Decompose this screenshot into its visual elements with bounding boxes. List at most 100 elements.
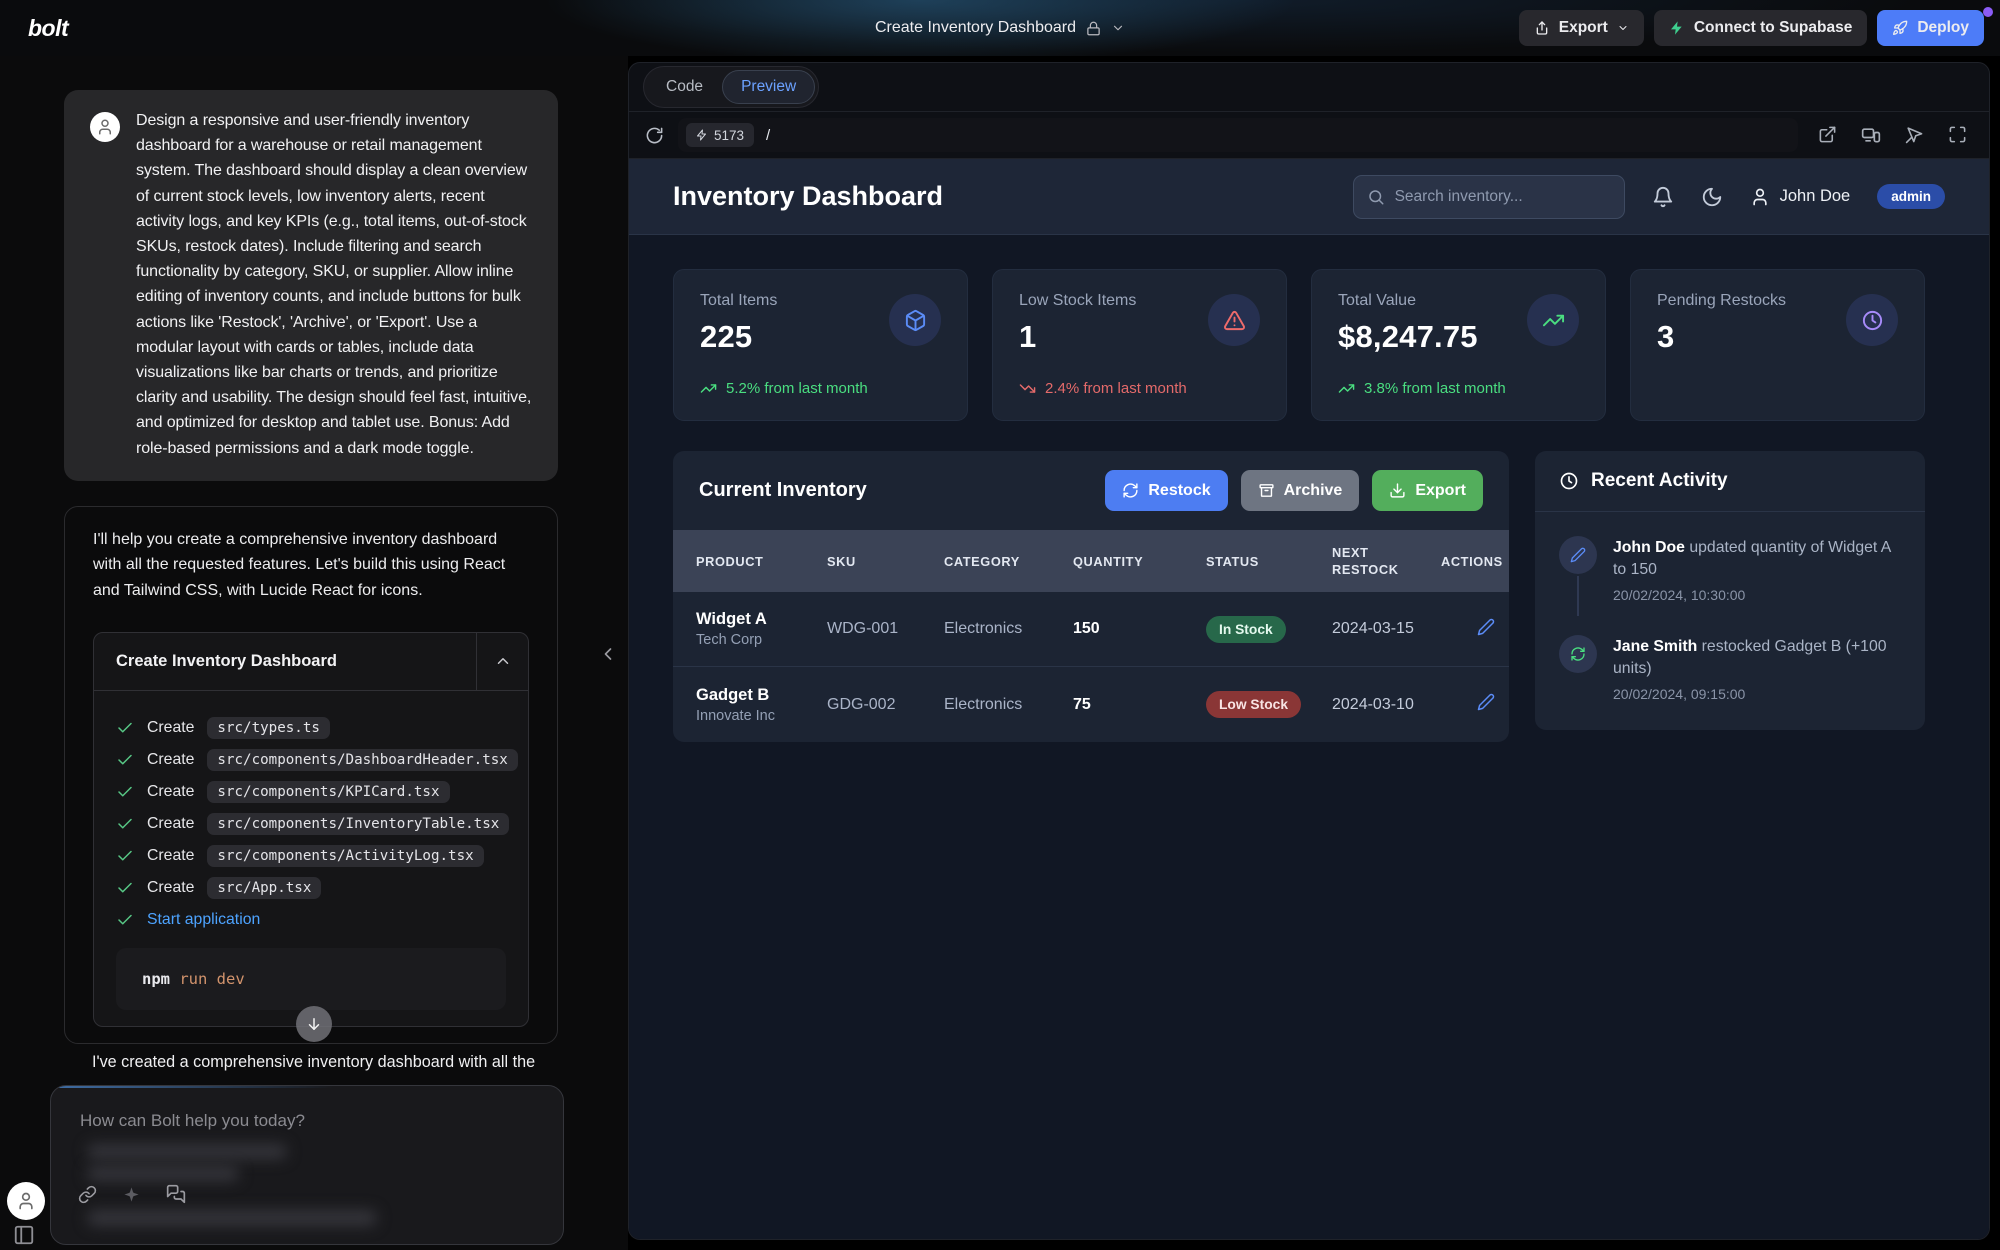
user-icon (1750, 187, 1770, 207)
main-area: Design a responsive and user-friendly in… (0, 56, 2000, 1250)
tab-preview[interactable]: Preview (722, 70, 815, 104)
sparkles-icon[interactable] (122, 1185, 141, 1204)
open-external-icon[interactable] (1818, 125, 1837, 145)
project-title-menu[interactable]: Create Inventory Dashboard (875, 0, 1125, 56)
chevron-down-icon (1111, 21, 1125, 35)
activity-timestamp: 20/02/2024, 10:30:00 (1613, 587, 1901, 603)
devices-icon[interactable] (1861, 125, 1881, 145)
artifact-step: Create src/App.tsx (116, 872, 506, 904)
scroll-to-bottom-button[interactable] (296, 1006, 332, 1042)
product-name: Widget A (696, 610, 827, 629)
download-icon (1389, 482, 1406, 499)
export-button[interactable]: Export (1519, 10, 1644, 46)
artifact-header: Create Inventory Dashboard (94, 633, 528, 690)
chat-input[interactable]: How can Bolt help you today? (50, 1085, 564, 1245)
collapse-chat-button[interactable] (598, 644, 618, 664)
tab-code[interactable]: Code (647, 70, 722, 104)
activity-list: John Doe updated quantity of Widget A to… (1535, 512, 1925, 730)
kpi-value: $8,247.75 (1338, 319, 1478, 355)
file-chip[interactable]: src/components/ActivityLog.tsx (207, 845, 483, 867)
user-name: John Doe (1780, 187, 1851, 206)
artifact-collapse-button[interactable] (476, 633, 528, 690)
account-avatar[interactable] (7, 1182, 45, 1220)
chat-input-placeholder: How can Bolt help you today? (80, 1111, 305, 1131)
artifact-step: Create src/components/ActivityLog.tsx (116, 840, 506, 872)
terminal-command: npm run dev (116, 948, 506, 1010)
sku-cell: GDG-002 (827, 696, 944, 714)
archive-icon (1258, 482, 1275, 499)
redacted-blur (87, 1144, 287, 1159)
check-icon (116, 815, 134, 833)
bolt-logo[interactable]: bolt (16, 15, 68, 42)
export-csv-button[interactable]: Export (1372, 470, 1483, 511)
file-chip[interactable]: src/types.ts (207, 717, 330, 739)
preview-toolbar (1812, 125, 1973, 145)
clock-icon (1559, 471, 1579, 491)
url-input[interactable]: 5173 / (678, 118, 1798, 152)
connect-supabase-button[interactable]: Connect to Supabase (1654, 10, 1867, 46)
user-message-text: Design a responsive and user-friendly in… (136, 108, 532, 461)
link-icon[interactable] (78, 1185, 97, 1204)
activity-item: Jane Smith restocked Gadget B (+100 unit… (1559, 635, 1901, 702)
table-row[interactable]: Widget A Tech Corp WDG-001 Electronics 1… (673, 592, 1509, 667)
port-chip[interactable]: 5173 (686, 123, 754, 147)
discussion-icon[interactable] (166, 1184, 186, 1204)
deploy-button[interactable]: Deploy (1877, 10, 1984, 46)
kpi-card-total-value: Total Value $8,247.75 3.8% from last mon… (1311, 269, 1606, 421)
workbench: Code Preview 5173 / (628, 62, 1990, 1240)
kpi-value: 3 (1657, 319, 1786, 355)
role-badge: admin (1877, 184, 1945, 209)
preview-address-bar: 5173 / (629, 111, 1989, 159)
product-supplier: Tech Corp (696, 632, 827, 648)
activity-item: John Doe updated quantity of Widget A to… (1559, 536, 1901, 603)
file-chip[interactable]: src/components/KPICard.tsx (207, 781, 449, 803)
chevron-up-icon (494, 652, 512, 670)
dark-mode-toggle-moon-icon[interactable] (1701, 186, 1723, 208)
file-chip[interactable]: src/components/InventoryTable.tsx (207, 813, 509, 835)
check-icon (116, 879, 134, 897)
dashboard-body: Total Items 225 5.2% from last month (629, 235, 1989, 1239)
kpi-trend: 5.2% from last month (700, 378, 941, 398)
activity-timestamp: 20/02/2024, 09:15:00 (1613, 686, 1901, 702)
check-icon (116, 719, 134, 737)
zap-icon (696, 129, 708, 141)
file-chip[interactable]: src/App.tsx (207, 877, 321, 899)
kpi-card-low-stock: Low Stock Items 1 2.4% from last month (992, 269, 1287, 421)
sidebar-panel-icon[interactable] (13, 1224, 35, 1246)
redacted-blur (87, 1210, 377, 1226)
trend-down-icon (1019, 380, 1036, 397)
user-menu[interactable]: John Doe (1750, 187, 1851, 207)
next-restock-cell: 2024-03-10 (1332, 696, 1441, 714)
quantity-cell[interactable]: 150 (1073, 620, 1206, 638)
chevron-down-icon (1617, 22, 1629, 34)
artifact-title: Create Inventory Dashboard (94, 633, 476, 690)
edit-row-icon[interactable] (1477, 693, 1495, 711)
artifact-step: Create src/types.ts (116, 712, 506, 744)
kpi-trend (1657, 378, 1898, 398)
lock-icon (1086, 21, 1101, 36)
quantity-cell[interactable]: 75 (1073, 696, 1206, 714)
chevron-left-icon (598, 644, 618, 664)
archive-button[interactable]: Archive (1241, 470, 1360, 511)
product-name: Gadget B (696, 686, 827, 705)
assistant-intro-text: I'll help you create a comprehensive inv… (93, 527, 529, 604)
rocket-icon (1892, 20, 1908, 36)
search-icon (1367, 188, 1385, 206)
restock-button[interactable]: Restock (1105, 470, 1227, 511)
assistant-outro-text: I've created a comprehensive inventory d… (64, 1050, 558, 1075)
search-box[interactable] (1353, 175, 1625, 219)
reload-icon[interactable] (645, 126, 664, 145)
table-row[interactable]: Gadget B Innovate Inc GDG-002 Electronic… (673, 667, 1509, 742)
inspect-pointer-icon[interactable] (1905, 125, 1924, 145)
edit-row-icon[interactable] (1477, 618, 1495, 636)
fullscreen-icon[interactable] (1948, 125, 1967, 145)
check-icon (116, 847, 134, 865)
kpi-value: 225 (700, 319, 777, 355)
inventory-card-header: Current Inventory Restock Archive (673, 451, 1509, 530)
search-input[interactable] (1395, 188, 1611, 206)
file-chip[interactable]: src/components/DashboardHeader.tsx (207, 749, 517, 771)
bell-icon[interactable] (1652, 186, 1674, 208)
chat-thread: Design a responsive and user-friendly in… (64, 90, 558, 1075)
kpi-trend: 3.8% from last month (1338, 378, 1579, 398)
topbar: bolt Create Inventory Dashboard Export C… (0, 0, 2000, 56)
